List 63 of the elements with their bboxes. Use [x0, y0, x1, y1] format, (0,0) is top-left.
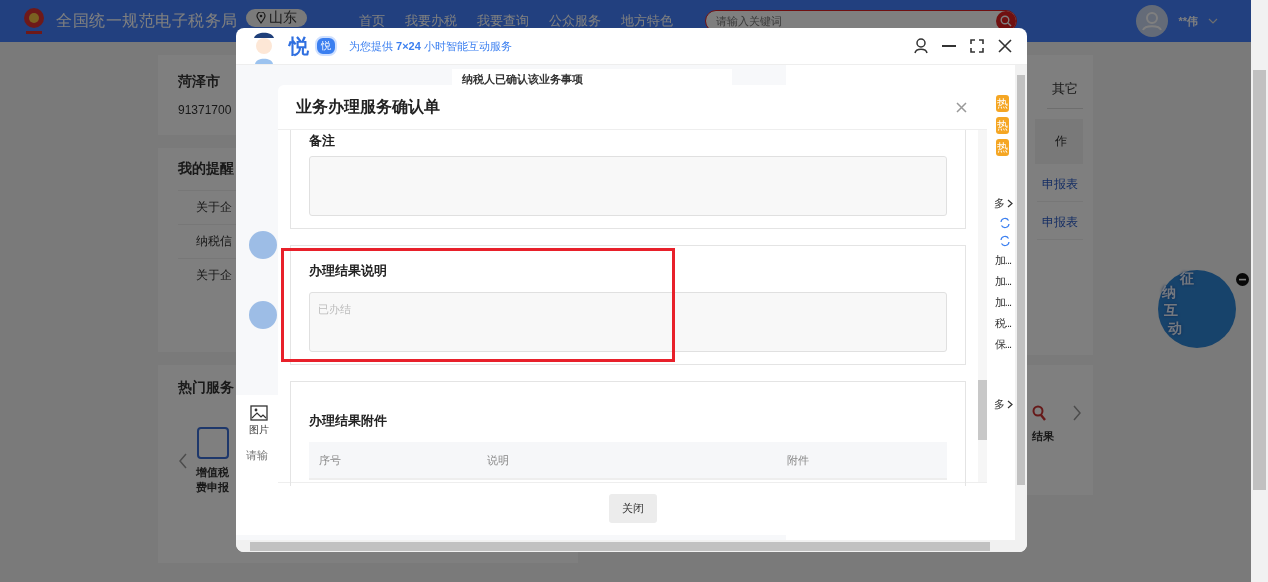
column-header: 附件 — [787, 452, 810, 468]
region-button[interactable]: 山东 — [245, 9, 307, 27]
card-title: 热门服务 — [178, 379, 235, 397]
section-label: 办理结果附件 — [309, 412, 388, 430]
chevron-right-icon[interactable] — [1007, 199, 1013, 208]
scrollbar[interactable] — [1251, 0, 1268, 582]
brand-name: 悦 — [289, 33, 309, 59]
agent-avatar — [249, 301, 277, 329]
scrollbar[interactable] — [978, 130, 987, 482]
form-link[interactable]: 申报表 — [1037, 164, 1083, 202]
more-link[interactable]: 多 — [994, 397, 1013, 412]
column-header: 说明 — [487, 452, 510, 468]
company-name: 菏泽市 — [178, 73, 220, 91]
assistant-widget[interactable]: 征纳互动 — [1158, 270, 1236, 348]
hot-badge: 热 — [996, 95, 1009, 112]
refresh-icon[interactable] — [999, 217, 1011, 229]
nav-link[interactable]: 首页 — [358, 12, 385, 30]
more-link[interactable]: 多 — [994, 196, 1013, 211]
nav-link[interactable]: 我要办税 — [404, 12, 457, 30]
question-item[interactable]: 税... — [994, 316, 1011, 331]
avatar-icon[interactable] — [1136, 5, 1169, 37]
section-label: 备注 — [309, 132, 336, 150]
question-item[interactable]: 保... — [994, 337, 1011, 352]
site-title[interactable]: 全国统一规范电子税务局 — [56, 10, 238, 32]
service-label[interactable]: 增值税 费申报 — [196, 465, 229, 495]
scrollbar[interactable] — [1015, 65, 1027, 540]
scrollbar[interactable] — [236, 540, 1027, 552]
service-icon[interactable] — [196, 427, 229, 459]
question-item[interactable]: 加... — [994, 253, 1011, 268]
dialog-title: 业务办理服务确认单 — [296, 96, 440, 117]
chevron-down-icon[interactable] — [1208, 18, 1218, 24]
tab[interactable]: 其它 — [1047, 55, 1083, 109]
hot-badge: 热 — [996, 139, 1009, 156]
nav-link[interactable]: 我要查询 — [476, 12, 529, 30]
service-label[interactable]: 结果 — [1032, 429, 1054, 444]
minus-icon[interactable] — [1236, 273, 1249, 286]
mascot-icon — [251, 30, 277, 64]
tool-label[interactable]: 图片 — [249, 423, 269, 437]
question-item[interactable]: 加... — [994, 295, 1011, 310]
user-name[interactable]: **伟 — [1178, 13, 1198, 29]
fullscreen-icon[interactable] — [970, 39, 984, 53]
brand-badge: 悦 — [315, 36, 337, 56]
user-icon[interactable] — [914, 38, 928, 54]
message-input[interactable]: 请输 — [246, 449, 272, 461]
tagline: 为您提供 7×24 小时智能互动服务 — [349, 38, 512, 54]
refresh-icon[interactable] — [999, 235, 1011, 247]
column-header: 序号 — [318, 452, 342, 468]
action-button[interactable]: 作 — [1035, 119, 1083, 164]
form-link[interactable]: 申报表 — [1037, 202, 1083, 240]
chevron-right-icon[interactable] — [1007, 400, 1013, 409]
nav-link[interactable]: 地方特色 — [620, 12, 673, 30]
tax-id: 91371700 — [178, 103, 232, 117]
location-pin-icon[interactable] — [255, 12, 266, 24]
section-label: 办理结果说明 — [309, 262, 388, 280]
nav-link[interactable]: 公众服务 — [548, 12, 601, 30]
close-icon[interactable] — [998, 39, 1012, 53]
question-item[interactable]: 加... — [994, 274, 1011, 289]
image-icon[interactable] — [250, 405, 268, 421]
hot-badge: 热 — [996, 117, 1009, 134]
close-button[interactable]: 关闭 — [608, 493, 657, 523]
chevron-left-icon[interactable] — [178, 453, 188, 469]
card-title: 我的提醒 — [178, 160, 235, 178]
agent-avatar — [249, 231, 277, 259]
